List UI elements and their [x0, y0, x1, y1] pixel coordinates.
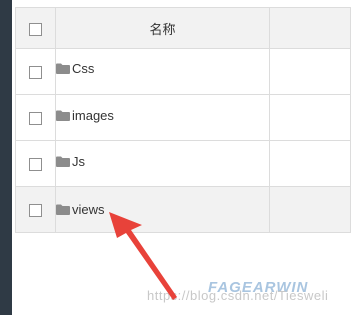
folder-icon	[56, 156, 70, 167]
folder-icon	[56, 204, 70, 215]
folder-name[interactable]: Css	[72, 61, 94, 76]
column-header-extra	[269, 7, 351, 49]
table-row[interactable]: images	[15, 94, 351, 141]
folder-icon	[56, 63, 70, 74]
file-table: 名称 Css images Js views	[15, 7, 351, 233]
table-row[interactable]: Css	[15, 48, 351, 95]
row-checkbox[interactable]	[29, 204, 42, 218]
table-row[interactable]: views	[15, 186, 351, 233]
name-cell: Js	[55, 140, 270, 187]
watermark-url: https://blog.csdn.net/Tiesweli	[147, 288, 329, 303]
column-header-name[interactable]: 名称	[55, 7, 270, 49]
folder-name[interactable]: Js	[72, 154, 85, 169]
name-cell: images	[55, 94, 270, 141]
folder-name[interactable]: images	[72, 108, 114, 123]
sidebar-edge	[0, 0, 12, 315]
table-row[interactable]: Js	[15, 140, 351, 187]
folder-name[interactable]: views	[72, 202, 105, 217]
select-all-checkbox[interactable]	[29, 22, 42, 36]
row-checkbox[interactable]	[29, 158, 42, 172]
folder-icon	[56, 110, 70, 121]
row-checkbox[interactable]	[29, 66, 42, 80]
table-header-row: 名称	[15, 7, 351, 49]
row-checkbox[interactable]	[29, 112, 42, 126]
name-cell: Css	[55, 48, 270, 95]
name-cell: views	[55, 186, 270, 233]
select-all-cell	[15, 7, 56, 49]
